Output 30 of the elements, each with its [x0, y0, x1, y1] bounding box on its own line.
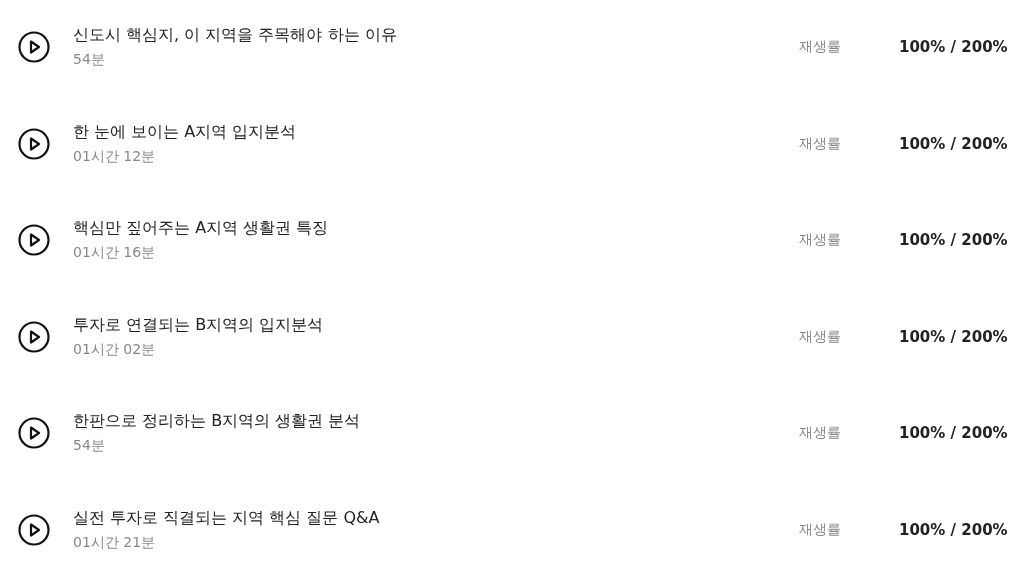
lesson-duration: 01시간 02분 [73, 340, 157, 359]
lesson-title[interactable]: 실전 투자로 직결되는 지역 핵심 질문 Q&A [73, 507, 799, 529]
playback-rate-label: 재생률 [799, 38, 842, 57]
lesson-duration: 01시간 12분 [73, 147, 157, 166]
play-icon[interactable] [18, 417, 50, 450]
lesson-title[interactable]: 투자로 연결되는 B지역의 입지분석 [73, 314, 799, 336]
lesson-title[interactable]: 신도시 핵심지, 이 지역을 주목해야 하는 이유 [73, 25, 799, 47]
lesson-duration: 01시간 21분 [73, 533, 157, 552]
playback-rate: 100% / 200% [899, 327, 1005, 346]
lesson-duration: 01시간 16분 [73, 244, 157, 263]
playback-rate: 100% / 200% [899, 424, 1005, 443]
play-icon[interactable] [18, 31, 50, 64]
playback-rate-label: 재생률 [799, 424, 842, 443]
playback-rate-label: 재생률 [799, 134, 842, 153]
play-icon[interactable] [18, 127, 50, 160]
playback-rate-label: 재생률 [799, 231, 842, 250]
playback-rate: 100% / 200% [899, 231, 1005, 250]
lesson-title[interactable]: 한판으로 정리하는 B지역의 생활권 분석 [73, 411, 799, 433]
playback-rate: 100% / 200% [899, 520, 1005, 539]
lesson-title[interactable]: 핵심만 짚어주는 A지역 생활권 특징 [73, 218, 799, 240]
play-icon[interactable] [18, 320, 50, 353]
playback-rate: 100% / 200% [899, 38, 1005, 57]
playback-rate: 100% / 200% [899, 134, 1005, 153]
playback-rate-label: 재생률 [799, 520, 842, 539]
lesson-duration: 54분 [73, 51, 106, 70]
lesson-title[interactable]: 한 눈에 보이는 A지역 입지분석 [73, 121, 799, 143]
lesson-duration: 54분 [73, 437, 106, 456]
play-icon[interactable] [18, 224, 50, 257]
play-icon[interactable] [18, 513, 50, 546]
playback-rate-label: 재생률 [799, 327, 842, 346]
